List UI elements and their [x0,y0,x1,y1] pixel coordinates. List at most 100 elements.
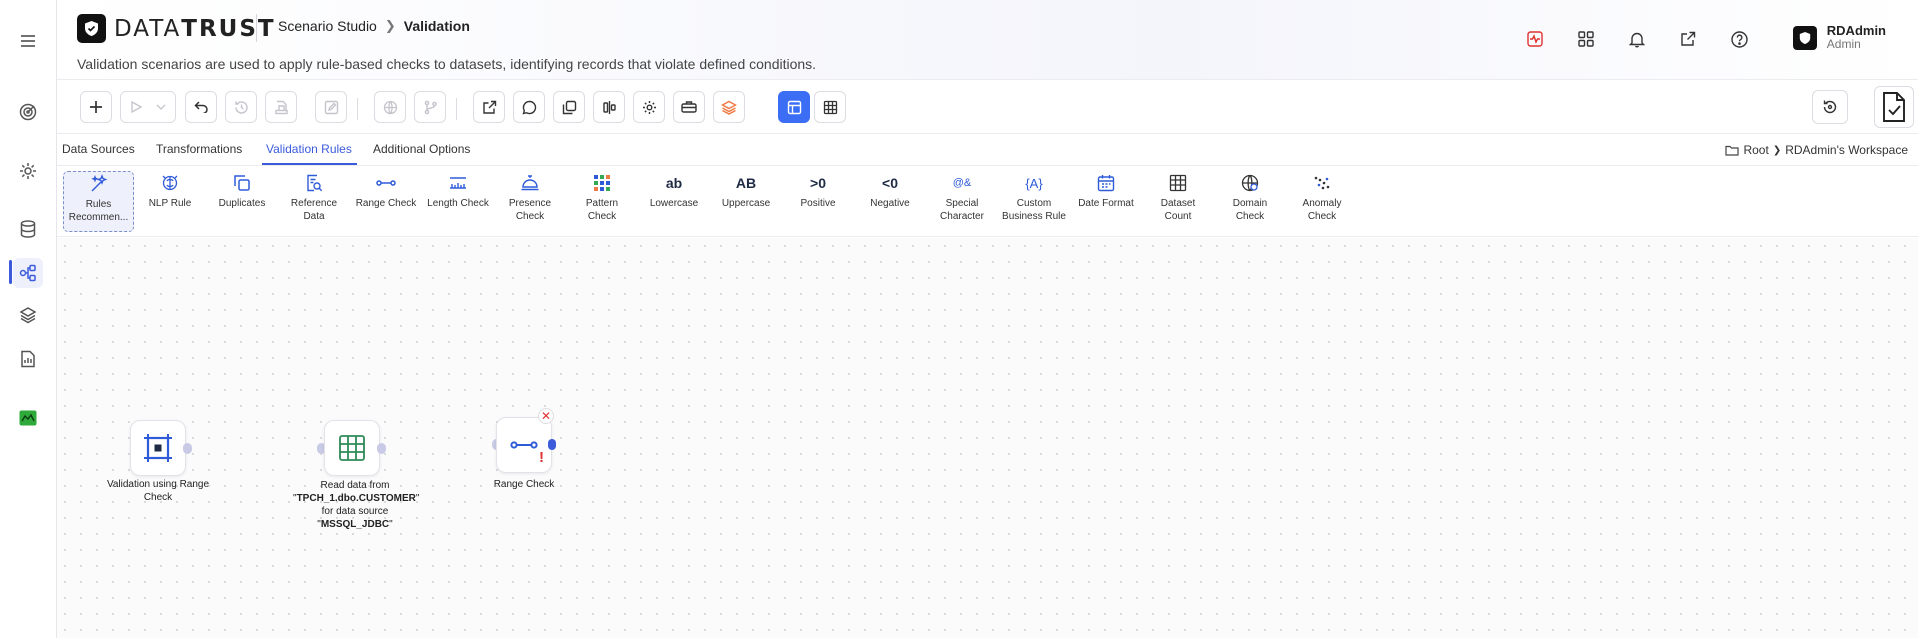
node-output-port[interactable] [377,443,386,454]
lowercase-icon: ab [665,174,683,191]
palette-label: Date Format [1078,198,1134,209]
chevron-down-icon [156,104,166,110]
active-tab-indicator [262,163,357,165]
palette-item-length-check[interactable]: Length Check [423,172,493,210]
palette-label: Domain Check [1232,198,1268,222]
workspace-root: Root [1743,143,1769,157]
breadcrumb-parent[interactable]: Scenario Studio [278,18,377,34]
branch-button[interactable] [414,91,446,123]
tab-bar: Data Sources Transformations Validation … [57,135,1918,166]
node-output-port[interactable] [548,439,556,450]
palette-item-lowercase[interactable]: ab Lowercase [639,172,709,210]
settings-icon[interactable] [13,156,43,186]
apps-grid-icon[interactable] [1571,26,1601,52]
add-button[interactable] [80,91,112,123]
flow-node-data-source[interactable] [324,420,380,476]
palette-item-anomaly-check[interactable]: Anomaly Check [1287,172,1357,223]
node-label: Read data from "TPCH_1.dbo.CUSTOMER" for… [293,480,420,530]
palette-item-date-format[interactable]: Date Format [1071,172,1141,210]
flow-edges [57,238,657,438]
external-link-icon[interactable] [1673,26,1703,52]
palette-item-rules-recommendation[interactable]: Rules Recommen... [63,171,134,232]
palette-item-range-check[interactable]: Range Check [351,172,421,210]
palette-item-custom-business-rule[interactable]: {A} Custom Business Rule [999,172,1069,223]
stack-button[interactable] [713,91,745,123]
node-label: Validation using Range Check [106,479,210,503]
node-label: Range Check [493,479,555,490]
palette-item-presence-check[interactable]: Presence Check [495,172,565,223]
scatter-icon [1287,172,1357,194]
scenario-icon [144,434,172,462]
flow-node-range-check[interactable]: ! [496,417,552,473]
align-button[interactable] [593,91,625,123]
tab-data-sources[interactable]: Data Sources [62,142,135,156]
canvas-view-button[interactable] [778,91,810,123]
active-indicator [9,260,12,284]
palette-item-negative[interactable]: <0 Negative [855,172,925,210]
palette-item-dataset-count[interactable]: Dataset Count [1143,172,1213,223]
avatar [1792,25,1817,50]
node-output-port[interactable] [183,443,192,454]
activity-icon[interactable] [1520,26,1550,52]
run-button[interactable] [120,91,176,123]
flow-node-scenario[interactable] [130,420,186,476]
bell-desk-icon [495,172,565,194]
shield-logo-icon [77,14,106,43]
help-icon[interactable] [1724,26,1754,52]
toolbox-button[interactable] [673,91,705,123]
header: DATATRUST Scenario Studio ❯ Validation V… [57,0,1918,80]
comment-button[interactable] [513,91,545,123]
palette-item-special-character[interactable]: @& Special Character [927,172,997,223]
undo-button[interactable] [185,91,217,123]
stamp-button[interactable] [265,91,297,123]
palette-label: Custom Business Rule [1002,198,1066,222]
globe-icon [1215,172,1285,194]
edit-button[interactable] [315,91,347,123]
target-icon[interactable] [13,97,43,127]
flow-canvas[interactable]: Validation using Range Check Read data f… [57,238,1918,638]
palette-label: Rules Recommen... [68,199,129,223]
close-icon[interactable]: ✕ [538,408,554,424]
workflow-icon[interactable] [13,258,43,288]
palette-label: Lowercase [649,198,699,209]
palette-label: NLP Rule [148,198,192,209]
palette-item-positive[interactable]: >0 Positive [783,172,853,210]
duplicate-button[interactable] [553,91,585,123]
restore-button[interactable] [1812,90,1848,124]
palette-label: Dataset Count [1160,198,1196,222]
logo[interactable]: DATATRUST [77,14,276,43]
history-button[interactable] [225,91,257,123]
chevron-right-icon: ❯ [384,18,396,33]
open-external-button[interactable] [473,91,505,123]
palette-label: Negative [870,198,910,209]
bell-icon[interactable] [1622,26,1652,52]
layers-icon[interactable] [13,300,43,330]
toolbar-divider [456,98,457,120]
sparkles-icon [64,173,133,195]
globe-button[interactable] [374,91,406,123]
tab-additional-options[interactable]: Additional Options [373,142,470,156]
user-menu[interactable]: RDAdmin Admin [1792,23,1886,51]
report-icon[interactable] [13,344,43,374]
palette-label: Positive [800,198,836,209]
custom-rule-icon: {A} [1025,175,1043,191]
config-button[interactable] [633,91,665,123]
palette-item-nlp-rule[interactable]: NLP Rule [135,172,205,210]
app-badge-icon[interactable] [13,403,43,433]
user-name: RDAdmin [1826,23,1886,38]
header-icon-group [1520,26,1754,52]
table-view-button[interactable] [814,91,846,123]
tab-transformations[interactable]: Transformations [156,142,242,156]
workspace-path[interactable]: Root ❯ RDAdmin's Workspace [1725,143,1908,157]
validate-doc-button[interactable] [1874,86,1914,128]
database-icon[interactable] [13,214,43,244]
palette-item-domain-check[interactable]: Domain Check [1215,172,1285,223]
palette-item-pattern-check[interactable]: Pattern Check [567,172,637,223]
tab-validation-rules[interactable]: Validation Rules [266,142,352,156]
user-role: Admin [1826,37,1861,51]
menu-icon[interactable] [13,26,43,56]
palette-label: Duplicates [218,198,266,209]
palette-item-reference-data[interactable]: Reference Data [279,172,349,223]
palette-item-duplicates[interactable]: Duplicates [207,172,277,210]
palette-item-uppercase[interactable]: AB Uppercase [711,172,781,210]
